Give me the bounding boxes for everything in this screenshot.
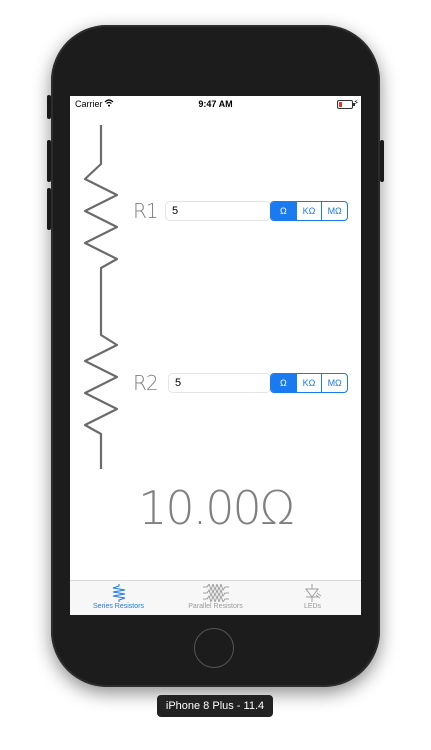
mute-switch [47, 95, 51, 119]
r1-unit-megohm[interactable]: MΩ [321, 202, 347, 220]
parallel-resistor-icon [202, 584, 229, 602]
r1-unit-kilohm[interactable]: KΩ [295, 202, 322, 220]
power-button [380, 140, 384, 182]
r2-unit-kilohm[interactable]: KΩ [295, 374, 322, 392]
resistor-r1-symbol [83, 125, 119, 326]
led-icon [304, 584, 321, 602]
total-resistance: 10.00Ω [138, 481, 295, 535]
home-button[interactable] [194, 628, 234, 668]
tab-parallel-resistors[interactable]: Parallel Resistors [167, 581, 264, 615]
r2-label: R2 [133, 371, 159, 395]
tab-label: Parallel Resistors [188, 603, 243, 610]
r2-unit-megohm[interactable]: MΩ [321, 374, 347, 392]
r1-unit-ohm[interactable]: Ω [271, 202, 296, 220]
volume-up-button [47, 140, 51, 182]
tab-bar: Series Resistors Parallel Resistors LEDs [70, 580, 361, 615]
tab-label: LEDs [303, 603, 322, 610]
app-screen: Carrier 9:47 AM ⚡ R1 5 Ω KΩ MΩ R2 5 Ω KΩ… [70, 96, 361, 615]
r2-value-input[interactable]: 5 [168, 373, 271, 393]
r1-value-input[interactable]: 5 [165, 201, 271, 221]
resistor-r2-symbol [83, 326, 119, 469]
r2-unit-selector: Ω KΩ MΩ [270, 373, 348, 393]
tab-leds[interactable]: LEDs [264, 581, 361, 615]
tab-label: Series Resistors [93, 603, 144, 610]
r1-label: R1 [133, 199, 159, 223]
series-resistor-icon [112, 584, 125, 602]
r2-unit-ohm[interactable]: Ω [271, 374, 296, 392]
simulator-device-label: iPhone 8 Plus - 11.4 [157, 695, 273, 717]
volume-down-button [47, 188, 51, 230]
r1-unit-selector: Ω KΩ MΩ [270, 201, 348, 221]
tab-series-resistors[interactable]: Series Resistors [70, 581, 167, 615]
